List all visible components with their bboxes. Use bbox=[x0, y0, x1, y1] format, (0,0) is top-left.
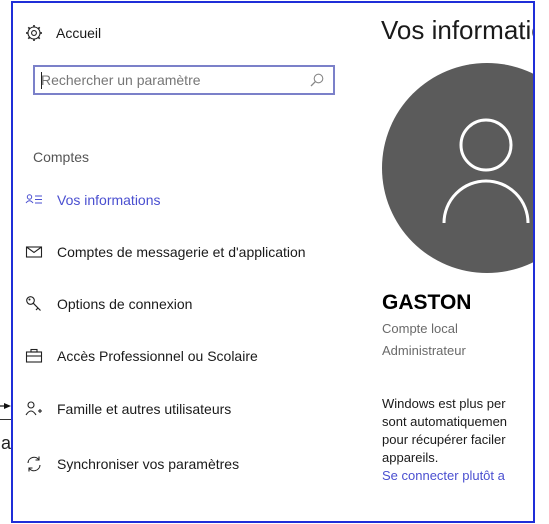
sidebar-item-options-connexion[interactable]: Options de connexion bbox=[25, 291, 192, 317]
settings-window: Accueil Rechercher un paramètre Comptes bbox=[11, 1, 535, 523]
divider bbox=[0, 419, 11, 420]
info-line: appareils. bbox=[382, 450, 439, 465]
connect-microsoft-link[interactable]: Se connecter plutôt a bbox=[382, 468, 505, 483]
info-line: pour récupérer faciler bbox=[382, 432, 506, 447]
search-input[interactable]: Rechercher un paramètre bbox=[33, 65, 335, 95]
sidebar-item-synchroniser[interactable]: Synchroniser vos paramètres bbox=[25, 451, 239, 477]
sidebar-item-label: Accès Professionnel ou Scolaire bbox=[57, 348, 258, 364]
info-line: sont automatiquemen bbox=[382, 414, 508, 429]
info-line: Windows est plus per bbox=[382, 396, 506, 411]
sidebar-item-famille[interactable]: Famille et autres utilisateurs bbox=[25, 396, 231, 422]
avatar bbox=[382, 63, 533, 273]
sync-icon bbox=[25, 455, 43, 473]
sidebar-item-acces-professionnel[interactable]: Accès Professionnel ou Scolaire bbox=[25, 343, 258, 369]
sidebar-item-vos-informations[interactable]: Vos informations bbox=[25, 187, 161, 213]
home-label: Accueil bbox=[56, 25, 102, 41]
home-link[interactable]: Accueil bbox=[25, 21, 101, 45]
sidebar-item-label: Comptes de messagerie et d'application bbox=[57, 244, 306, 260]
info-paragraph: Windows est plus per sont automatiquemen… bbox=[382, 395, 533, 467]
person-card-icon bbox=[25, 191, 43, 209]
sidebar-item-label: Vos informations bbox=[57, 192, 161, 208]
sidebar: Accueil Rechercher un paramètre Comptes bbox=[13, 3, 368, 521]
account-role: Administrateur bbox=[382, 343, 466, 358]
briefcase-icon bbox=[25, 347, 43, 365]
sidebar-item-comptes-messagerie[interactable]: Comptes de messagerie et d'application bbox=[25, 239, 306, 265]
search-icon[interactable] bbox=[309, 72, 325, 88]
search-placeholder: Rechercher un paramètre bbox=[41, 72, 201, 88]
main-panel: Vos informations GASTON Compte local Adm… bbox=[381, 3, 533, 521]
mail-icon bbox=[25, 243, 43, 261]
sidebar-item-label: Synchroniser vos paramètres bbox=[57, 456, 240, 472]
stray-letter: a bbox=[1, 433, 12, 453]
user-name: GASTON bbox=[382, 291, 472, 314]
account-type: Compte local bbox=[382, 321, 458, 336]
key-icon bbox=[25, 295, 43, 313]
sidebar-item-label: Options de connexion bbox=[57, 296, 193, 312]
text-caret bbox=[41, 72, 42, 89]
add-person-icon bbox=[25, 400, 43, 418]
page-title: Vos informations bbox=[381, 15, 533, 45]
gear-icon bbox=[26, 25, 42, 41]
sidebar-item-label: Famille et autres utilisateurs bbox=[57, 401, 232, 417]
section-title: Comptes bbox=[33, 149, 90, 165]
